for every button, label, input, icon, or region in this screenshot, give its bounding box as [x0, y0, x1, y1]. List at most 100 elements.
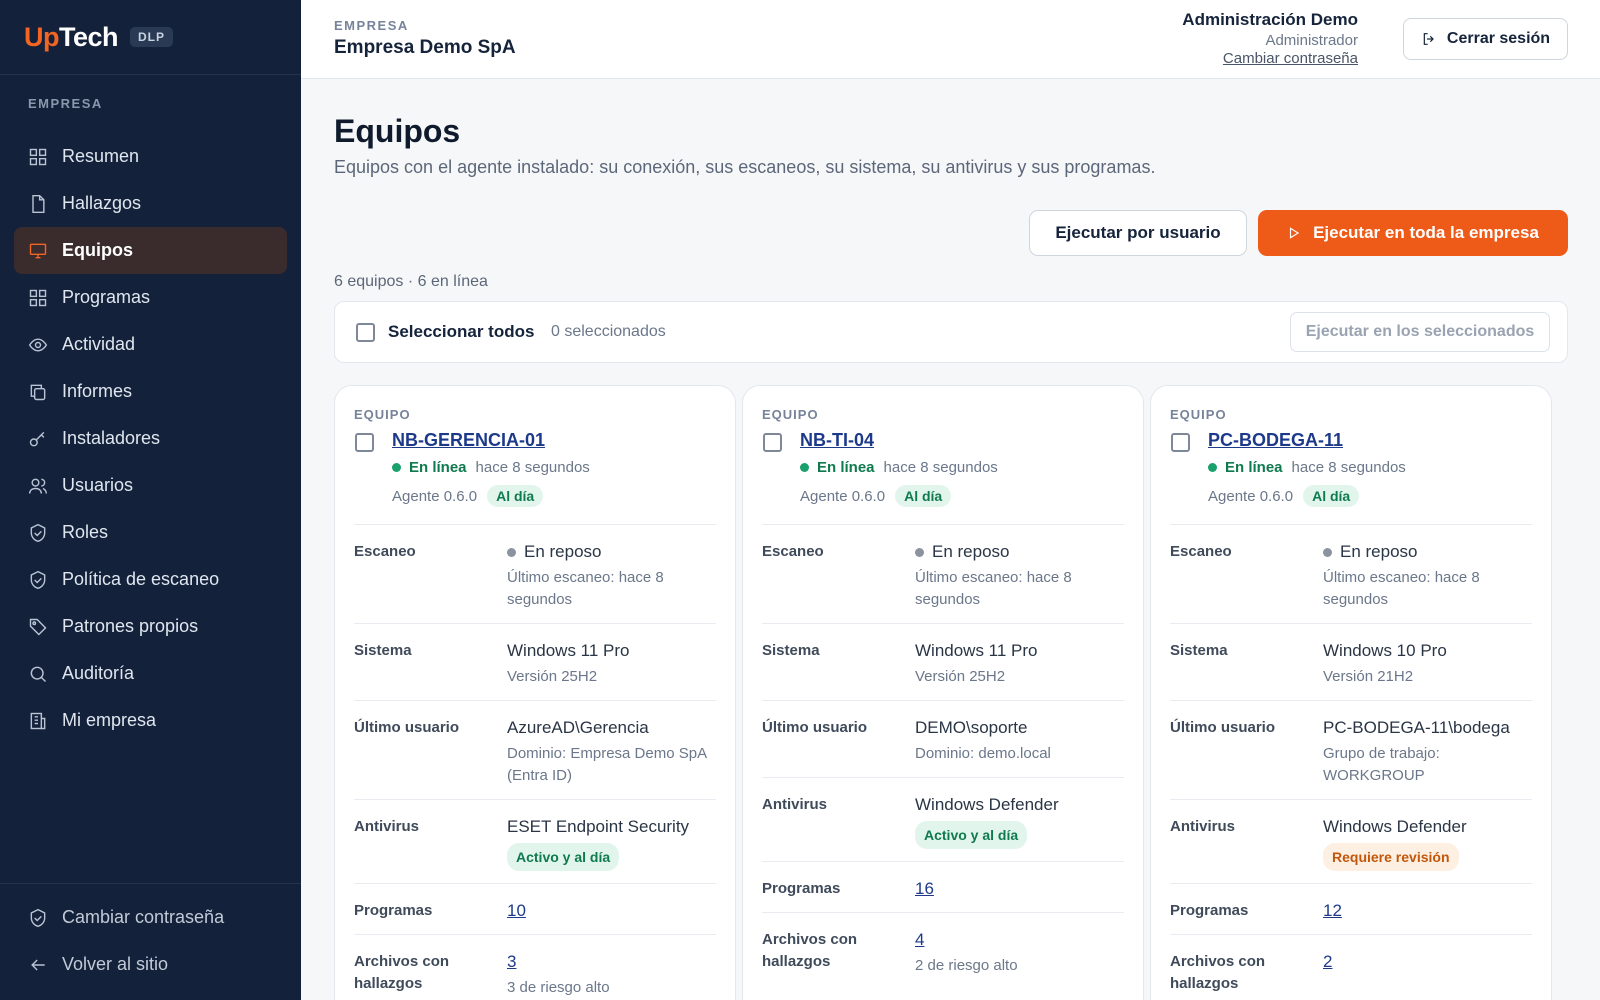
row-label: Último usuario: [354, 719, 460, 736]
files-count-link[interactable]: 2: [1323, 952, 1332, 971]
sidebar-section-label: EMPRESA: [28, 96, 103, 111]
device-details: Escaneo En reposo Último escaneo: hace 8…: [762, 524, 1124, 989]
device-checkbox[interactable]: [355, 433, 374, 452]
topbar: EMPRESA Empresa Demo SpA Administración …: [301, 0, 1600, 79]
os-name: Windows 11 Pro: [507, 641, 630, 660]
sidebar-item-informes[interactable]: Informes: [14, 368, 287, 415]
play-icon: [1289, 227, 1300, 239]
last-seen: hace 8 segundos: [883, 459, 998, 476]
programs-row: Programas 12: [1170, 884, 1532, 935]
sidebar-item-mi-empresa[interactable]: Mi empresa: [14, 697, 287, 744]
sidebar-item-auditoria[interactable]: Auditoría: [14, 650, 287, 697]
agent-version: Agente 0.6.0: [1208, 487, 1294, 505]
antivirus-name: Windows Defender: [915, 795, 1059, 814]
sidebar-item-resumen[interactable]: Resumen: [14, 133, 287, 180]
card-label: EQUIPO: [762, 407, 819, 422]
antivirus-row: Antivirus Windows Defender Requiere revi…: [1170, 800, 1532, 884]
antivirus-row: Antivirus Windows Defender Activo y al d…: [762, 778, 1124, 862]
change-password-link[interactable]: Cambiar contraseña: [1182, 50, 1358, 67]
sidebar-item-label: Política de escaneo: [62, 569, 220, 589]
system-row: Sistema Windows 11 Pro Versión 25H2: [354, 624, 716, 701]
sidebar-item-label: Roles: [62, 522, 109, 542]
sidebar-item-volver-al-sitio[interactable]: Volver al sitio: [14, 941, 287, 988]
files-count-link[interactable]: 3: [507, 952, 516, 971]
row-label: Archivos con hallazgos: [354, 953, 450, 992]
sidebar-item-label: Usuarios: [62, 475, 134, 495]
programs-count-link[interactable]: 10: [507, 901, 526, 920]
programs-count-link[interactable]: 12: [1323, 901, 1342, 920]
programs-count-link[interactable]: 16: [915, 879, 934, 898]
agent-info: Agente 0.6.0 Al día: [392, 485, 544, 507]
tag-icon: [29, 618, 47, 636]
device-name-link[interactable]: NB-TI-04: [800, 430, 874, 451]
agent-status-badge: Al día: [487, 485, 544, 507]
building-icon: [30, 712, 46, 729]
scan-row: Escaneo En reposo Último escaneo: hace 8…: [762, 525, 1124, 624]
online-dot-icon: [800, 463, 809, 472]
sidebar-item-instaladores[interactable]: Instaladores: [14, 415, 287, 462]
sidebar-item-label: Mi empresa: [62, 710, 157, 730]
logout-icon: [1423, 33, 1434, 45]
agent-version: Agente 0.6.0: [392, 487, 478, 505]
status-text: En línea: [1225, 459, 1283, 476]
agent-info: Agente 0.6.0 Al día: [1208, 485, 1360, 507]
programs-row: Programas 16: [762, 862, 1124, 913]
select-all-label[interactable]: Seleccionar todos: [388, 322, 534, 342]
device-name-link[interactable]: NB-GERENCIA-01: [392, 430, 545, 451]
devices-count: 6 equipos · 6 en línea: [334, 273, 488, 290]
device-name-link[interactable]: PC-BODEGA-11: [1208, 430, 1343, 451]
antivirus-row: Antivirus ESET Endpoint Security Activo …: [354, 800, 716, 884]
run-all-company-button[interactable]: Ejecutar en toda la empresa: [1258, 210, 1568, 256]
antivirus-status-badge: Activo y al día: [507, 843, 620, 871]
select-all-checkbox[interactable]: [356, 323, 375, 342]
sidebar-item-roles[interactable]: Roles: [14, 509, 287, 556]
sidebar-item-programas[interactable]: Programas: [14, 274, 287, 321]
sidebar-item-actividad[interactable]: Actividad: [14, 321, 287, 368]
os-name: Windows 10 Pro: [1323, 641, 1447, 660]
os-version: Versión 25H2: [507, 668, 598, 685]
antivirus-name: ESET Endpoint Security: [507, 817, 690, 836]
selected-count: 0 seleccionados: [551, 323, 666, 340]
user-block: Administración Demo Administrador Cambia…: [1182, 10, 1358, 67]
row-label: Antivirus: [762, 796, 828, 813]
antivirus-status-badge: Activo y al día: [915, 821, 1028, 849]
device-checkbox[interactable]: [1171, 433, 1190, 452]
idle-dot-icon: [1323, 547, 1332, 557]
search-icon: [30, 666, 47, 682]
sidebar-item-hallazgos[interactable]: Hallazgos: [14, 180, 287, 227]
os-name: Windows 11 Pro: [915, 641, 1038, 660]
sidebar-bottom-nav: Cambiar contraseña Volver al sitio: [14, 894, 287, 988]
copy-icon: [30, 384, 46, 400]
last-user-row: Último usuario PC-BODEGA-11\bodega Grupo…: [1170, 701, 1532, 800]
os-version: Versión 21H2: [1323, 668, 1414, 685]
files-row: Archivos con hallazgos 2: [1170, 935, 1532, 1000]
last-user-row: Último usuario AzureAD\Gerencia Dominio:…: [354, 701, 716, 800]
device-checkbox[interactable]: [763, 433, 782, 452]
row-label: Escaneo: [1170, 543, 1232, 560]
shield-check-icon: [30, 523, 46, 542]
sidebar-item-politica-de-escaneo[interactable]: Política de escaneo: [14, 556, 287, 603]
run-by-user-button[interactable]: Ejecutar por usuario: [1029, 210, 1247, 256]
row-label: Escaneo: [762, 543, 824, 560]
row-label: Sistema: [762, 642, 820, 659]
run-selected-button[interactable]: Ejecutar en los seleccionados: [1290, 312, 1550, 352]
user-domain: Dominio: demo.local: [915, 745, 1051, 762]
sidebar-item-cambiar-contrasena[interactable]: Cambiar contraseña: [14, 894, 287, 941]
connection-status: En línea hace 8 segundos: [1208, 459, 1406, 476]
device-card: EQUIPO NB-GERENCIA-01 En línea hace 8 se…: [334, 385, 736, 1000]
sidebar-item-label: Volver al sitio: [62, 954, 169, 974]
files-count-link[interactable]: 4: [915, 930, 924, 949]
device-card: EQUIPO NB-TI-04 En línea hace 8 segundos…: [742, 385, 1144, 1000]
row-label: Antivirus: [1170, 818, 1236, 835]
sidebar-item-usuarios[interactable]: Usuarios: [14, 462, 287, 509]
selection-bar: Seleccionar todos 0 seleccionados Ejecut…: [334, 301, 1568, 363]
scan-state: En reposo: [932, 542, 1010, 561]
logout-button[interactable]: Cerrar sesión: [1403, 18, 1568, 60]
arrow-left-icon: [31, 958, 45, 971]
main-content: Equipos Equipos con el agente instalado:…: [301, 80, 1600, 1000]
company-name: Empresa Demo SpA: [334, 37, 516, 58]
sidebar-item-patrones-propios[interactable]: Patrones propios: [14, 603, 287, 650]
row-label: Programas: [354, 902, 433, 919]
sidebar-item-equipos[interactable]: Equipos: [14, 227, 287, 274]
uptech-logo[interactable]: UpTech: [24, 22, 119, 53]
